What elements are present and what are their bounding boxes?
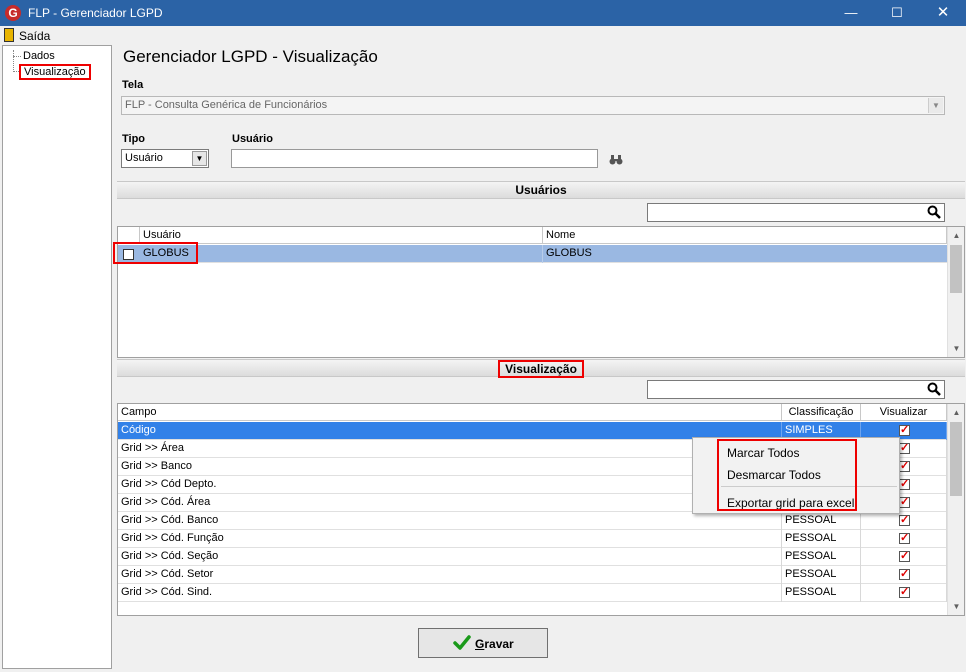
menu-item-exit[interactable]: Saída	[19, 29, 50, 43]
tipo-select[interactable]: Usuário ▼	[121, 149, 209, 168]
title-bar: G FLP - Gerenciador LGPD — ☐ ✕	[0, 0, 966, 26]
cell-campo: Código	[118, 422, 782, 440]
cell-visualizar	[861, 512, 947, 530]
cell-classificacao: PESSOAL	[782, 548, 861, 566]
visualizar-checkbox[interactable]	[899, 567, 910, 580]
tree-item-visualizacao[interactable]: Visualização	[19, 64, 91, 80]
cell-campo: Grid >> Cód. Setor	[118, 566, 782, 584]
cell-campo: Grid >> Área	[118, 440, 782, 458]
tree-line	[13, 50, 14, 72]
maximize-button[interactable]: ☐	[874, 0, 920, 26]
tipo-label: Tipo	[122, 133, 146, 145]
tela-select[interactable]: FLP - Consulta Genérica de Funcionários …	[121, 96, 945, 115]
cell-visualizar	[861, 548, 947, 566]
menu-bar: Saída	[0, 26, 966, 45]
usuarios-section-header: Usuários	[117, 181, 965, 199]
scroll-up-icon[interactable]: ▲	[948, 404, 964, 421]
usuarios-grid: Usuário Nome GLOBUS GLOBUS ▲ ▼	[117, 226, 965, 358]
usuarios-section-title: Usuários	[515, 183, 567, 197]
visualizacao-section-header: Visualização	[117, 359, 965, 378]
navigation-tree: Dados Visualização	[2, 45, 112, 669]
table-row[interactable]: Grid >> Cód. Função PESSOAL	[118, 530, 947, 548]
table-row[interactable]: Grid >> Cód. Setor PESSOAL	[118, 566, 947, 584]
grid-header-campo[interactable]: Campo	[118, 404, 782, 421]
usuario-label: Usuário	[232, 133, 273, 145]
scroll-up-icon[interactable]: ▲	[948, 227, 964, 244]
grid-header-visualizar[interactable]: Visualizar	[861, 404, 947, 421]
visualizar-checkbox[interactable]	[899, 423, 910, 436]
tree-item-dados[interactable]: Dados	[23, 50, 55, 62]
visualizar-checkbox[interactable]	[899, 477, 910, 490]
window-title: FLP - Gerenciador LGPD	[28, 6, 163, 20]
close-button[interactable]: ✕	[920, 0, 966, 26]
chevron-down-icon[interactable]: ▼	[928, 98, 943, 113]
cell-campo: Grid >> Cód. Seção	[118, 548, 782, 566]
binoculars-search-icon[interactable]	[609, 155, 623, 165]
visualizar-checkbox[interactable]	[899, 441, 910, 454]
cell-visualizar	[861, 530, 947, 548]
cell-campo: Grid >> Cód. Sind.	[118, 584, 782, 602]
tela-label: Tela	[122, 79, 144, 91]
visualizar-checkbox[interactable]	[899, 585, 910, 598]
cell-visualizar	[861, 584, 947, 602]
page-title: Gerenciador LGPD - Visualização	[123, 47, 378, 66]
tipo-select-value: Usuário	[125, 152, 163, 164]
grid-header-usuario[interactable]: Usuário	[140, 227, 543, 244]
save-button-label: Gravar	[475, 637, 514, 651]
grid-header-nome[interactable]: Nome	[543, 227, 947, 244]
cell-classificacao: PESSOAL	[782, 584, 861, 602]
highlight-box	[717, 439, 857, 511]
scroll-down-icon[interactable]: ▼	[948, 340, 964, 357]
scroll-thumb[interactable]	[950, 422, 962, 496]
search-icon[interactable]	[927, 205, 941, 219]
cell-classificacao: PESSOAL	[782, 530, 861, 548]
usuarios-scrollbar[interactable]: ▲ ▼	[947, 227, 964, 357]
cell-campo: Grid >> Banco	[118, 458, 782, 476]
tree-line	[13, 56, 21, 57]
cell-usuario: GLOBUS	[140, 245, 543, 263]
table-row[interactable]: GLOBUS GLOBUS	[118, 245, 947, 263]
visualizar-checkbox[interactable]	[899, 495, 910, 508]
visualizacao-search-input[interactable]	[647, 380, 945, 399]
app-logo-icon: G	[5, 5, 21, 21]
cell-visualizar	[861, 566, 947, 584]
scroll-thumb[interactable]	[950, 245, 962, 293]
visualizar-checkbox[interactable]	[899, 459, 910, 472]
visualizacao-scrollbar[interactable]: ▲ ▼	[947, 404, 964, 615]
checkmark-icon	[453, 635, 471, 650]
cell-campo: Grid >> Cód. Função	[118, 530, 782, 548]
visualizar-checkbox[interactable]	[899, 531, 910, 544]
cell-campo: Grid >> Cód. Área	[118, 494, 782, 512]
minimize-button[interactable]: —	[828, 0, 874, 26]
grid-header-classificacao[interactable]: Classificação	[782, 404, 861, 421]
cell-nome: GLOBUS	[546, 247, 592, 259]
save-button[interactable]: Gravar	[418, 628, 548, 658]
visualizar-checkbox[interactable]	[899, 549, 910, 562]
scroll-down-icon[interactable]: ▼	[948, 598, 964, 615]
usuarios-search-input[interactable]	[647, 203, 945, 222]
search-icon[interactable]	[927, 382, 941, 396]
chevron-down-icon[interactable]: ▼	[192, 151, 207, 166]
visualizacao-section-title: Visualização	[498, 360, 584, 378]
exit-door-icon[interactable]	[4, 28, 14, 42]
tela-select-value: FLP - Consulta Genérica de Funcionários	[125, 99, 328, 111]
cell-campo: Grid >> Cód. Banco	[118, 512, 782, 530]
table-row[interactable]: Grid >> Cód. Banco PESSOAL	[118, 512, 947, 530]
visualizar-checkbox[interactable]	[899, 513, 910, 526]
usuario-input[interactable]	[231, 149, 598, 168]
table-row[interactable]: Grid >> Cód. Sind. PESSOAL	[118, 584, 947, 602]
table-row[interactable]: Grid >> Cód. Seção PESSOAL	[118, 548, 947, 566]
highlight-box	[113, 242, 198, 264]
cell-campo: Grid >> Cód Depto.	[118, 476, 782, 494]
cell-classificacao: PESSOAL	[782, 566, 861, 584]
cell-classificacao: PESSOAL	[782, 512, 861, 530]
